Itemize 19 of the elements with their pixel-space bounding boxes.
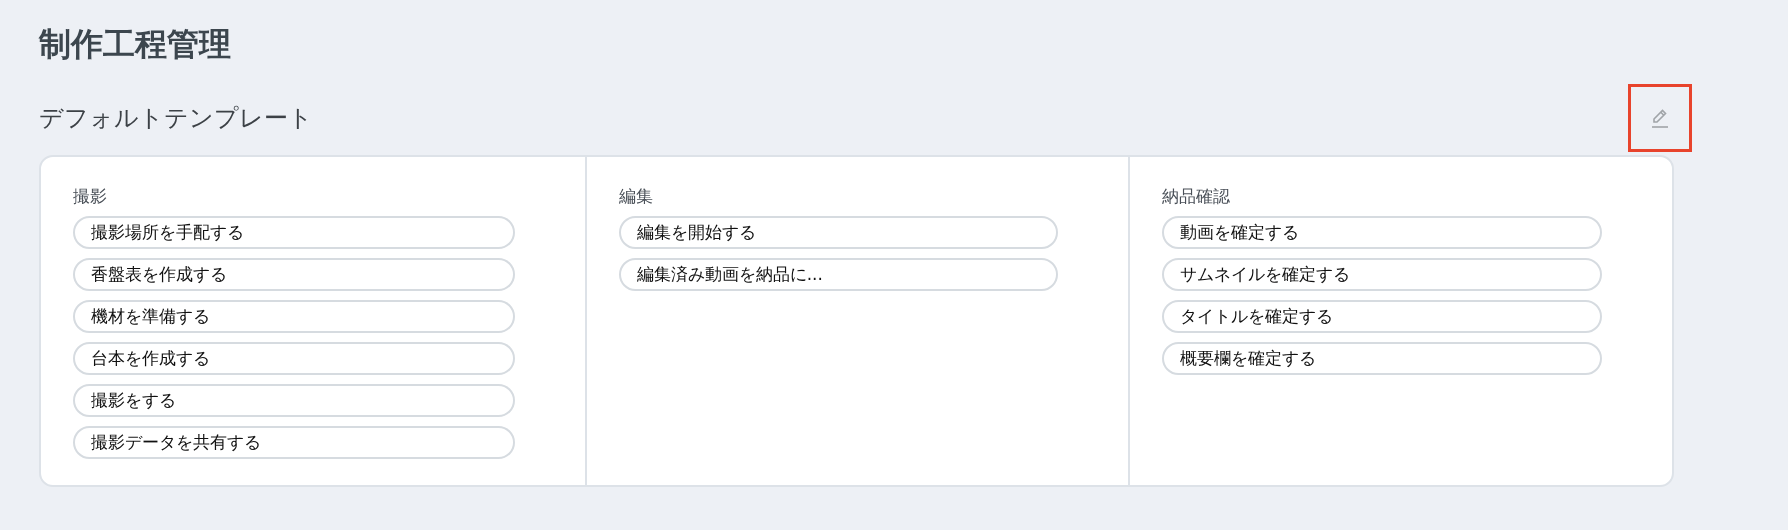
task-pill[interactable]: 編集を開始する [618, 216, 1059, 249]
template-name: デフォルトテンプレート [39, 103, 313, 134]
task-pill[interactable]: 撮影をする [73, 384, 515, 417]
task-pill[interactable]: タイトルを確定する [1162, 300, 1602, 333]
stage-name: 納品確認 [1162, 185, 1232, 208]
task-pill[interactable]: 動画を確定する [1162, 216, 1602, 249]
task-pill[interactable]: 編集済み動画を納品に... [618, 258, 1059, 291]
pencil-icon [1650, 107, 1670, 129]
stage-name: 編集 [618, 185, 654, 208]
task-pill[interactable]: 香盤表を作成する [73, 258, 515, 291]
task-pill[interactable]: サムネイルを確定する [1162, 258, 1602, 291]
task-pill[interactable]: 概要欄を確定する [1162, 342, 1602, 375]
task-pill[interactable]: 撮影データを共有する [73, 426, 515, 459]
task-pill[interactable]: 機材を準備する [73, 300, 515, 333]
stage-name: 撮影 [73, 185, 108, 208]
page-title: 制作工程管理 [39, 24, 232, 65]
task-pill[interactable]: 台本を作成する [73, 342, 515, 375]
task-pill[interactable]: 撮影場所を手配する [73, 216, 515, 249]
edit-button[interactable] [1628, 84, 1692, 152]
